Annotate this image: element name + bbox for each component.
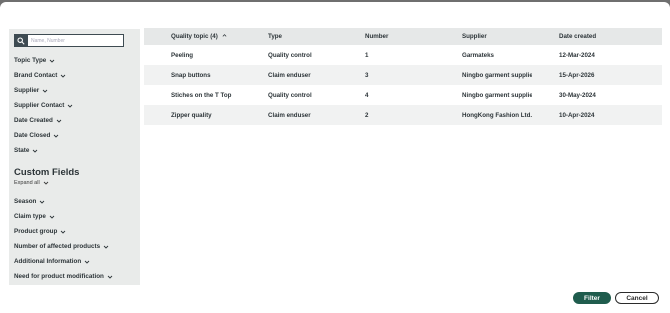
filter-modal: Topic Type Brand Contact Supplier Suppli… <box>0 2 670 313</box>
filter-state[interactable]: State <box>14 147 38 154</box>
table-row[interactable]: Peeling Quality control 1 Garmateks 12-M… <box>144 45 662 65</box>
filter-season[interactable]: Season <box>14 198 45 205</box>
filter-label: Supplier Contact <box>14 102 65 109</box>
cell-date-created: 12-Mar-2024 <box>559 51 595 59</box>
cell-supplier: HongKong Fashion Ltd. <box>462 111 532 119</box>
chevron-down-icon <box>49 59 55 63</box>
filter-date-closed[interactable]: Date Closed <box>14 132 59 139</box>
column-header-type[interactable]: Type <box>241 33 338 40</box>
cell-type: Claim enduser <box>268 71 311 79</box>
expand-all-label: Expand all <box>14 180 40 186</box>
filter-label: Claim type <box>14 213 46 220</box>
table-header: Quality topic (4) Type Number Supplier D… <box>144 28 662 45</box>
filter-label: Date Closed <box>14 132 51 139</box>
cell-supplier: Ningbo garment supplier <box>462 71 532 79</box>
filter-label: Date Created <box>14 117 53 124</box>
search-icon <box>17 36 25 45</box>
search-input[interactable] <box>28 34 124 47</box>
chevron-down-icon <box>40 200 45 204</box>
cell-supplier: Ningbo garment supplier <box>462 91 532 99</box>
filter-supplier-contact[interactable]: Supplier Contact <box>14 102 73 109</box>
filter-label: State <box>14 147 30 154</box>
chevron-down-icon <box>68 104 73 108</box>
filter-product-modification[interactable]: Need for product modification <box>14 273 113 280</box>
search-button[interactable] <box>14 34 28 47</box>
table-row[interactable]: Stiches on the T Top Quality control 4 N… <box>144 85 662 105</box>
column-header-date-created[interactable]: Date created <box>532 33 662 40</box>
cell-supplier: Garmateks <box>462 51 494 59</box>
chevron-down-icon <box>49 215 55 219</box>
chevron-down-icon <box>33 149 38 153</box>
cell-date-created: 10-Apr-2024 <box>559 111 595 119</box>
cell-number: 2 <box>365 111 369 119</box>
cell-quality-topic: Stiches on the T Top <box>171 91 232 99</box>
cell-number: 3 <box>365 71 369 79</box>
filter-sidebar: Topic Type Brand Contact Supplier Suppli… <box>9 29 140 285</box>
filter-button[interactable]: Filter <box>573 292 611 304</box>
filter-additional-information[interactable]: Additional Information <box>14 258 90 265</box>
filter-topic-type[interactable]: Topic Type <box>14 57 55 64</box>
cell-number: 1 <box>365 51 369 59</box>
chevron-down-icon <box>54 134 59 138</box>
filter-supplier[interactable]: Supplier <box>14 87 48 94</box>
filter-label: Brand Contact <box>14 72 58 79</box>
filter-claim-type[interactable]: Claim type <box>14 213 55 220</box>
cell-type: Quality control <box>268 51 312 59</box>
cell-date-created: 15-Apr-2026 <box>559 71 595 79</box>
filter-label: Season <box>14 198 37 205</box>
cell-date-created: 30-May-2024 <box>559 91 596 99</box>
filter-label: Need for product modification <box>14 273 104 280</box>
filter-affected-products[interactable]: Number of affected products <box>14 243 109 250</box>
chevron-down-icon <box>43 181 49 185</box>
filter-product-group[interactable]: Product group <box>14 228 66 235</box>
expand-all-toggle[interactable]: Expand all <box>14 180 49 186</box>
chevron-down-icon <box>107 275 113 279</box>
cell-type: Quality control <box>268 91 312 99</box>
filter-label: Topic Type <box>14 57 47 64</box>
column-header-supplier[interactable]: Supplier <box>435 33 532 40</box>
chevron-down-icon <box>61 74 66 78</box>
sort-up-icon <box>222 34 226 37</box>
search-row <box>14 34 124 47</box>
custom-fields-title: Custom Fields <box>14 167 80 178</box>
filter-brand-contact[interactable]: Brand Contact <box>14 72 66 79</box>
filter-label: Number of affected products <box>14 243 101 250</box>
column-header-quality-topic[interactable]: Quality topic (4) <box>144 33 241 40</box>
filter-label: Supplier <box>14 87 40 94</box>
chevron-down-icon <box>56 119 62 123</box>
filter-label: Additional Information <box>14 258 82 265</box>
cancel-button[interactable]: Cancel <box>615 292 659 304</box>
cell-quality-topic: Zipper quality <box>171 111 212 119</box>
chevron-down-icon <box>42 89 48 93</box>
column-header-label: Quality topic (4) <box>171 33 218 40</box>
cell-quality-topic: Snap buttons <box>171 71 211 79</box>
table-row[interactable]: Snap buttons Claim enduser 3 Ningbo garm… <box>144 65 662 85</box>
chevron-down-icon <box>84 260 90 264</box>
chevron-down-icon <box>103 245 109 249</box>
chevron-down-icon <box>61 230 66 234</box>
filter-label: Product group <box>14 228 58 235</box>
cell-type: Claim enduser <box>268 111 311 119</box>
results-table: Quality topic (4) Type Number Supplier D… <box>144 28 662 125</box>
table-row[interactable]: Zipper quality Claim enduser 2 HongKong … <box>144 105 662 125</box>
filter-date-created[interactable]: Date Created <box>14 117 62 124</box>
cell-quality-topic: Peeling <box>171 51 194 59</box>
column-header-number[interactable]: Number <box>338 33 435 40</box>
cell-number: 4 <box>365 91 369 99</box>
